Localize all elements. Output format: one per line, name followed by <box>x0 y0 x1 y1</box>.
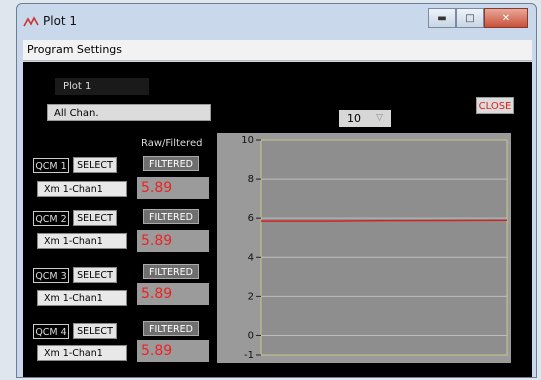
minimize-button[interactable]: ▬ <box>428 8 456 28</box>
plot-area <box>260 139 508 356</box>
channel-value-1: 5.89 <box>137 177 209 199</box>
front-panel: Plot 1 All Chan. 10 ▽ CLOSE Raw/Filtered… <box>23 62 532 377</box>
maximize-button[interactable]: □ <box>456 8 484 28</box>
channel-name-4: Xm 1-Chan1 <box>37 345 127 361</box>
app-window: Plot 1 ▬ □ ✕ Program Settings Plot 1 All… <box>16 3 537 378</box>
window-controls: ▬ □ ✕ <box>428 8 528 30</box>
qcm-label-2: QCM 2 <box>33 211 69 226</box>
count-value: 10 <box>347 112 361 125</box>
filtered-toggle-2[interactable]: FILTERED <box>143 209 199 224</box>
title-bar: Plot 1 ▬ □ ✕ <box>17 4 536 40</box>
channel-name-3: Xm 1-Chan1 <box>37 290 127 306</box>
close-window-button[interactable]: ✕ <box>484 8 528 28</box>
dropdown-arrow-icon: ▽ <box>376 113 383 123</box>
select-button-1[interactable]: SELECT <box>73 157 117 173</box>
minimize-icon: ▬ <box>437 12 447 24</box>
filtered-toggle-4[interactable]: FILTERED <box>143 321 199 336</box>
close-icon: ✕ <box>501 12 511 24</box>
raw-filtered-header: Raw/Filtered <box>141 138 203 149</box>
channel-mode-field[interactable]: All Chan. <box>47 104 211 121</box>
select-button-4[interactable]: SELECT <box>73 323 117 339</box>
qcm-label-3: QCM 3 <box>33 268 69 283</box>
y-tick-label-5: 0 <box>248 330 254 341</box>
y-tick-label-3: 4 <box>248 252 254 263</box>
waveform-chart: 10 8 6 4 2 0 -1 <box>217 133 511 363</box>
y-tick-label-2: 6 <box>248 213 254 224</box>
channel-value-3: 5.89 <box>137 283 209 305</box>
channel-value-2: 5.89 <box>137 230 209 252</box>
series-line-0 <box>261 219 508 222</box>
menu-program-settings[interactable]: Program Settings <box>27 43 122 56</box>
channel-name-1: Xm 1-Chan1 <box>37 181 127 197</box>
y-tick-label-1: 8 <box>248 174 254 185</box>
filtered-toggle-1[interactable]: FILTERED <box>143 156 199 171</box>
labview-app-icon <box>23 16 39 27</box>
channel-name-2: Xm 1-Chan1 <box>37 233 127 249</box>
close-button[interactable]: CLOSE <box>476 97 514 114</box>
y-tick-label-0: 10 <box>241 135 254 146</box>
channel-value-4: 5.89 <box>137 340 209 362</box>
chart-svg: 10 8 6 4 2 0 -1 <box>241 135 508 361</box>
y-tick-label-6: -1 <box>244 350 254 361</box>
qcm-label-4: QCM 4 <box>33 324 69 339</box>
y-tick-label-4: 2 <box>248 291 254 302</box>
count-selector[interactable]: 10 ▽ <box>339 110 391 127</box>
qcm-label-1: QCM 1 <box>33 158 69 173</box>
maximize-icon: □ <box>465 12 475 24</box>
plot-name-field[interactable]: Plot 1 <box>55 78 149 95</box>
window-title: Plot 1 <box>43 14 78 28</box>
select-button-2[interactable]: SELECT <box>73 210 117 226</box>
filtered-toggle-3[interactable]: FILTERED <box>143 264 199 279</box>
menu-bar: Program Settings <box>23 40 532 61</box>
select-button-3[interactable]: SELECT <box>73 267 117 283</box>
